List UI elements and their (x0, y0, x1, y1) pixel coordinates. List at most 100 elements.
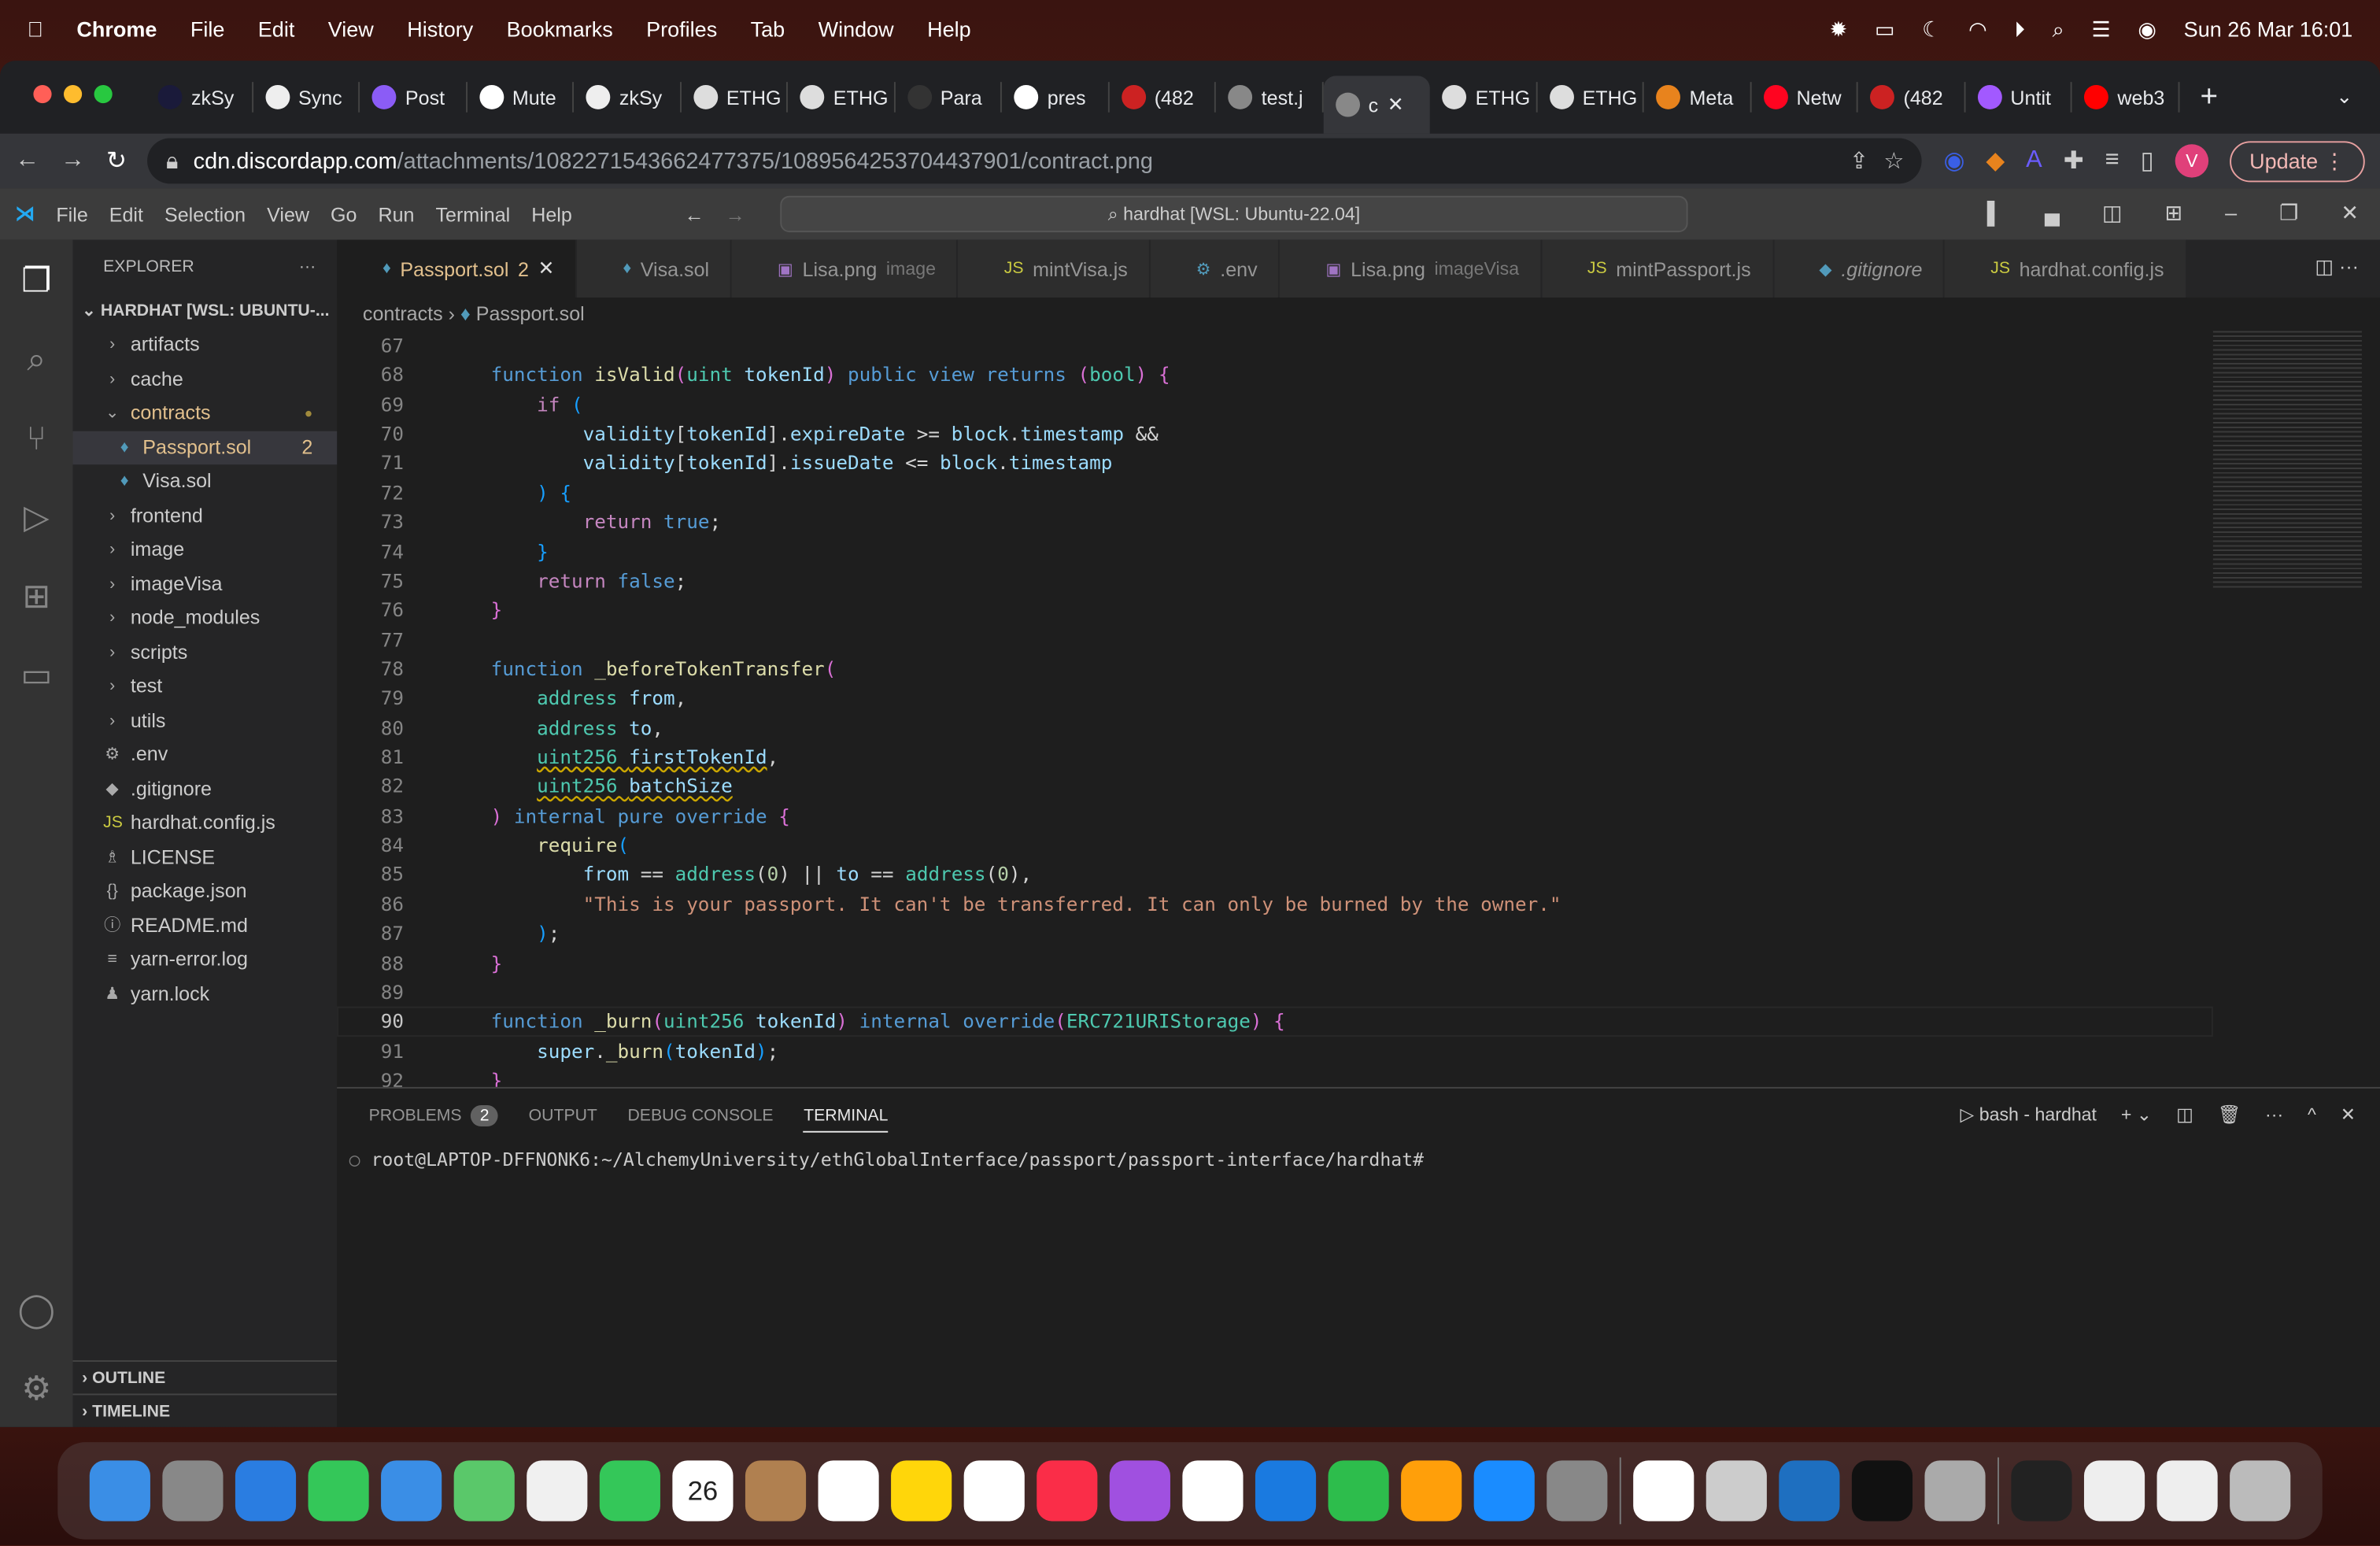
explorer-item[interactable]: › image (73, 533, 338, 567)
browser-tab[interactable]: ETHG (681, 82, 788, 113)
menu-profiles[interactable]: Profiles (646, 17, 717, 41)
moon-icon[interactable]: ☾ (1922, 16, 1941, 42)
play-icon[interactable]: ⏵ (2014, 16, 2025, 42)
dock-facetime-icon[interactable] (599, 1460, 660, 1522)
tab-close-icon[interactable]: ✕ (538, 257, 555, 281)
dock-maps-icon[interactable] (453, 1460, 515, 1522)
explorer-icon[interactable]: ❐ (21, 261, 51, 301)
panel-tab-problems[interactable]: PROBLEMS 2 (369, 1105, 499, 1127)
browser-tab[interactable]: zkSy (146, 82, 253, 113)
dock-recent-1-icon[interactable] (2011, 1460, 2072, 1522)
dock-numbers-icon[interactable] (1328, 1460, 1389, 1522)
editor-tab[interactable]: ▣ Lisa.png image (732, 239, 959, 298)
extension-a-icon[interactable]: A (2026, 147, 2042, 175)
nav-forward-icon[interactable]: → (726, 202, 745, 225)
minimize-window-button[interactable] (64, 85, 83, 104)
explorer-item[interactable]: ◆ .gitignore (73, 772, 338, 806)
wifi-icon[interactable]: ◠ (1968, 16, 1987, 42)
media-control-icon[interactable]: ≡ (2105, 147, 2119, 175)
close-panel-icon[interactable]: ✕ (2341, 1104, 2356, 1125)
vscode-menu-file[interactable]: File (56, 202, 87, 225)
dock-podcasts-icon[interactable] (1109, 1460, 1170, 1522)
explorer-item[interactable]: › utils (73, 704, 338, 738)
browser-tab[interactable]: ETHG (788, 82, 895, 113)
explorer-item[interactable]: › test (73, 670, 338, 704)
battery-icon[interactable]: ▭ (1875, 16, 1895, 42)
dock-mail-icon[interactable] (381, 1460, 442, 1522)
address-bar[interactable]: 🔒︎ cdn.discordapp.com/attachments/108227… (147, 138, 1923, 184)
trash-icon[interactable]: 🗑︎ (2218, 1104, 2241, 1125)
dock-chrome-icon[interactable] (1633, 1460, 1694, 1522)
apple-icon[interactable]:  (28, 17, 43, 41)
toggle-secondary-sidebar-icon[interactable]: ◫ (2102, 201, 2123, 227)
dock-app-store-icon[interactable] (1473, 1460, 1535, 1522)
explorer-item[interactable]: › cache (73, 362, 338, 396)
breadcrumb-folder[interactable]: contracts (363, 302, 443, 325)
browser-tab[interactable]: Post (360, 82, 468, 113)
dock-music-icon[interactable] (1037, 1460, 1098, 1522)
workspace-root[interactable]: ⌄ HARDHAT [WSL: UBUNTU-... (73, 294, 338, 327)
explorer-item[interactable]: ⓘ README.md (73, 908, 338, 942)
editor-tab[interactable]: ♦ Visa.sol (577, 239, 733, 298)
close-icon[interactable]: ✕ (2341, 201, 2359, 227)
outline-section[interactable]: › OUTLINE (72, 1360, 338, 1393)
menu-window[interactable]: Window (819, 17, 894, 41)
explorer-item[interactable]: › frontend (73, 499, 338, 533)
search-icon[interactable]: ⌕ (27, 340, 46, 379)
explorer-item[interactable]: {} package.json (73, 875, 338, 908)
explorer-item[interactable]: ♗ LICENSE (73, 840, 338, 874)
dock-contacts-icon[interactable] (745, 1460, 807, 1522)
menu-bookmarks[interactable]: Bookmarks (507, 17, 613, 41)
dock-keynote-icon[interactable] (1255, 1460, 1317, 1522)
control-center-icon[interactable]: ☰ (2091, 16, 2110, 42)
brightness-icon[interactable]: ✹ (1830, 16, 1848, 42)
dock-pages-icon[interactable] (1401, 1460, 1462, 1522)
menu-tab[interactable]: Tab (751, 17, 785, 41)
clock[interactable]: Sun 26 Mar 16:01 (2184, 17, 2353, 41)
browser-tab[interactable]: Untit (1965, 82, 2072, 113)
browser-tab[interactable]: Sync (253, 82, 360, 113)
more-actions-icon[interactable]: ··· (299, 240, 316, 294)
explorer-item[interactable]: ♦ Passport.sol 2 (72, 430, 338, 465)
siri-icon[interactable]: ◉ (2138, 16, 2156, 42)
accounts-icon[interactable]: ◯ (18, 1290, 55, 1330)
panel-tab-debug-console[interactable]: DEBUG CONSOLE (627, 1107, 773, 1125)
explorer-item[interactable]: ⚙ .env (73, 738, 338, 771)
terminal-name[interactable]: ▷ bash - hardhat (1961, 1104, 2097, 1125)
search-icon[interactable]: ⌕ (2053, 16, 2064, 42)
toggle-sidebar-icon[interactable]: ▌ (1987, 201, 2002, 227)
explorer-item[interactable]: › artifacts (73, 328, 338, 362)
breadcrumb-file[interactable]: Passport.sol (476, 302, 585, 325)
source-control-icon[interactable]: ⑂ (27, 419, 46, 458)
dock-freeform-icon[interactable] (963, 1460, 1025, 1522)
explorer-item[interactable]: ♦ Visa.sol (73, 464, 338, 498)
terminal-output[interactable]: ○ root@LAPTOP-DFFNONK6:~/AlchemyUniversi… (337, 1149, 2380, 1171)
explorer-item[interactable]: › node_modules (73, 601, 338, 635)
menu-view[interactable]: View (328, 17, 374, 41)
editor-tab[interactable]: ⚙ .env (1150, 239, 1281, 298)
minimize-icon[interactable]: – (2225, 201, 2237, 227)
vscode-menu-selection[interactable]: Selection (164, 202, 246, 225)
close-window-button[interactable] (33, 85, 52, 104)
vscode-menu-help[interactable]: Help (531, 202, 572, 225)
more-icon[interactable]: ··· (2265, 1104, 2283, 1125)
explorer-item[interactable]: ≡ yarn-error.log (73, 943, 338, 977)
tab-search-chevron-icon[interactable]: ⌄ (2336, 85, 2352, 109)
vscode-menu-view[interactable]: View (267, 202, 309, 225)
profile-avatar[interactable]: V (2175, 144, 2209, 178)
tab-close-icon[interactable]: ✕ (1388, 93, 1404, 117)
new-tab-button[interactable]: + (2201, 80, 2219, 114)
menubar-app-name[interactable]: Chrome (76, 17, 157, 41)
browser-tab[interactable]: Meta (1644, 82, 1751, 113)
back-icon[interactable]: ← (15, 147, 39, 175)
menu-history[interactable]: History (407, 17, 473, 41)
dock-photos-icon[interactable] (527, 1460, 588, 1522)
dock-news-icon[interactable] (1182, 1460, 1244, 1522)
browser-tab[interactable]: ETHG (1430, 82, 1537, 113)
minimap[interactable] (2212, 331, 2362, 590)
dock-calendar-icon[interactable]: 26 (672, 1460, 734, 1522)
browser-tab[interactable]: (482 (1109, 82, 1216, 113)
dock-launchpad-icon[interactable] (162, 1460, 224, 1522)
side-panel-icon[interactable]: ▯ (2141, 146, 2154, 176)
dock-terminal-icon[interactable] (1851, 1460, 1913, 1522)
